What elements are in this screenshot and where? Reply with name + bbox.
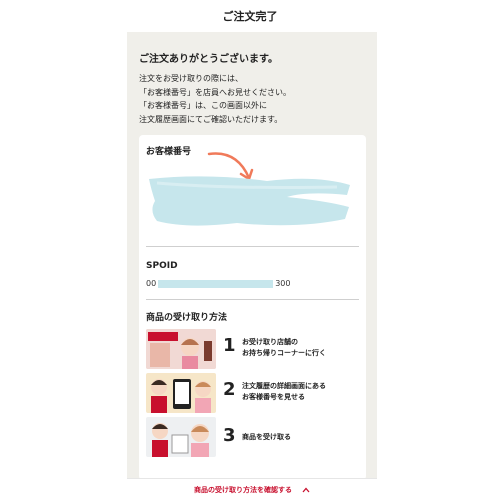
note-line: 「お客様番号」を店員へお見せください。 — [139, 87, 291, 97]
customer-number-redaction — [149, 176, 350, 226]
spoid-label: SPOID — [146, 261, 178, 271]
step-3-illustration — [146, 417, 216, 457]
note-line: 「お客様番号」は、この画面以外に — [139, 101, 267, 110]
pickup-method-link[interactable]: 商品の受け取り方法を確認する — [127, 478, 377, 501]
spoid-suffix: 300 — [275, 279, 291, 288]
page-header: ご注文完了 — [0, 0, 500, 32]
customer-number-label: お客様番号 — [146, 147, 192, 157]
divider — [146, 246, 359, 247]
step-1-text: お受け取り店舗の お持ち帰りコーナーに行く — [242, 338, 326, 357]
step-3-text: 商品を受け取る — [242, 433, 291, 441]
step-1-illustration — [146, 329, 216, 369]
spoid-prefix: 00 — [146, 279, 157, 288]
pickup-method-title: 商品の受け取り方法 — [146, 313, 228, 323]
step-number: 1 — [223, 335, 236, 356]
spoid-value: 00 300 — [146, 279, 290, 288]
page-title: ご注文完了 — [222, 10, 278, 23]
order-complete-panel: ご注文ありがとうございます。 注文をお受け取りの際には、 「お客様番号」を店員へ… — [127, 32, 377, 500]
pickup-method-link-label: 商品の受け取り方法を確認する — [194, 486, 292, 494]
spoid-redaction — [158, 279, 274, 288]
divider — [146, 299, 359, 300]
pickup-notes: 注文をお受け取りの際には、 「お客様番号」を店員へお見せください。 「お客様番号… — [139, 72, 291, 126]
step-2-text: 注文履歴の詳細画面にある お客様番号を見せる — [242, 382, 326, 401]
chevron-up-icon — [302, 487, 310, 493]
note-line: 注文履歴画面にてご確認いただけます。 — [139, 114, 283, 124]
step-2-illustration — [146, 373, 216, 413]
thanks-message: ご注文ありがとうございます。 — [139, 54, 278, 65]
step-number: 3 — [223, 425, 236, 446]
note-line: 注文をお受け取りの際には、 — [139, 74, 243, 83]
step-number: 2 — [223, 379, 236, 400]
order-info-card: お客様番号 SPOID 00 300 商品の受け取り方法 1 お受け取り店舗の … — [139, 135, 366, 480]
